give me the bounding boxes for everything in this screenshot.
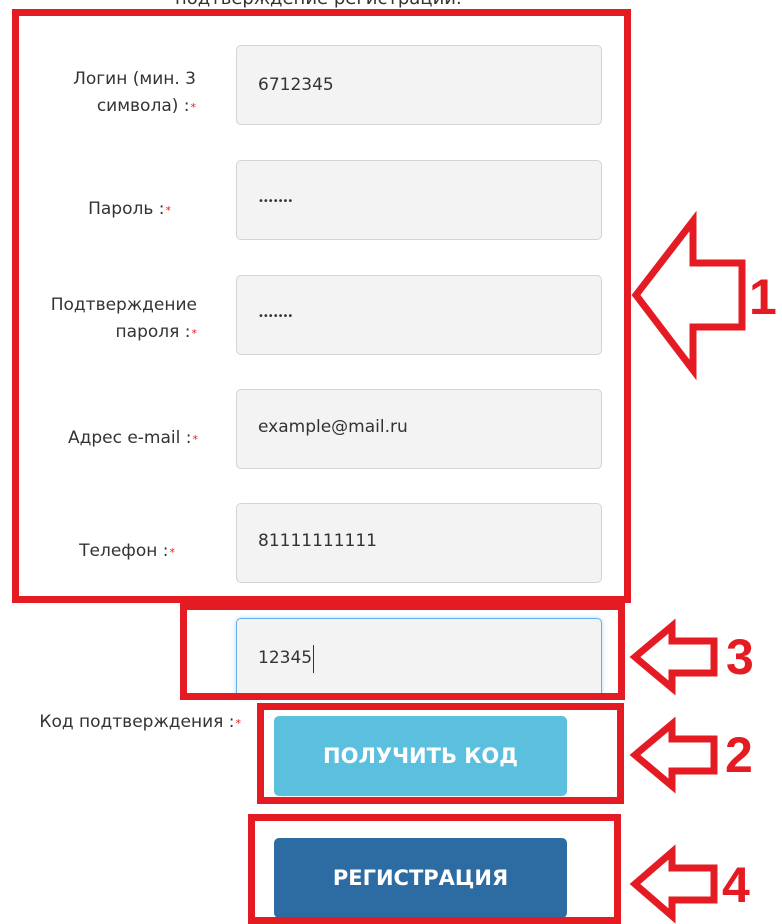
arrow-4-icon (629, 844, 718, 924)
annotation-number-4: 4 (722, 857, 750, 913)
